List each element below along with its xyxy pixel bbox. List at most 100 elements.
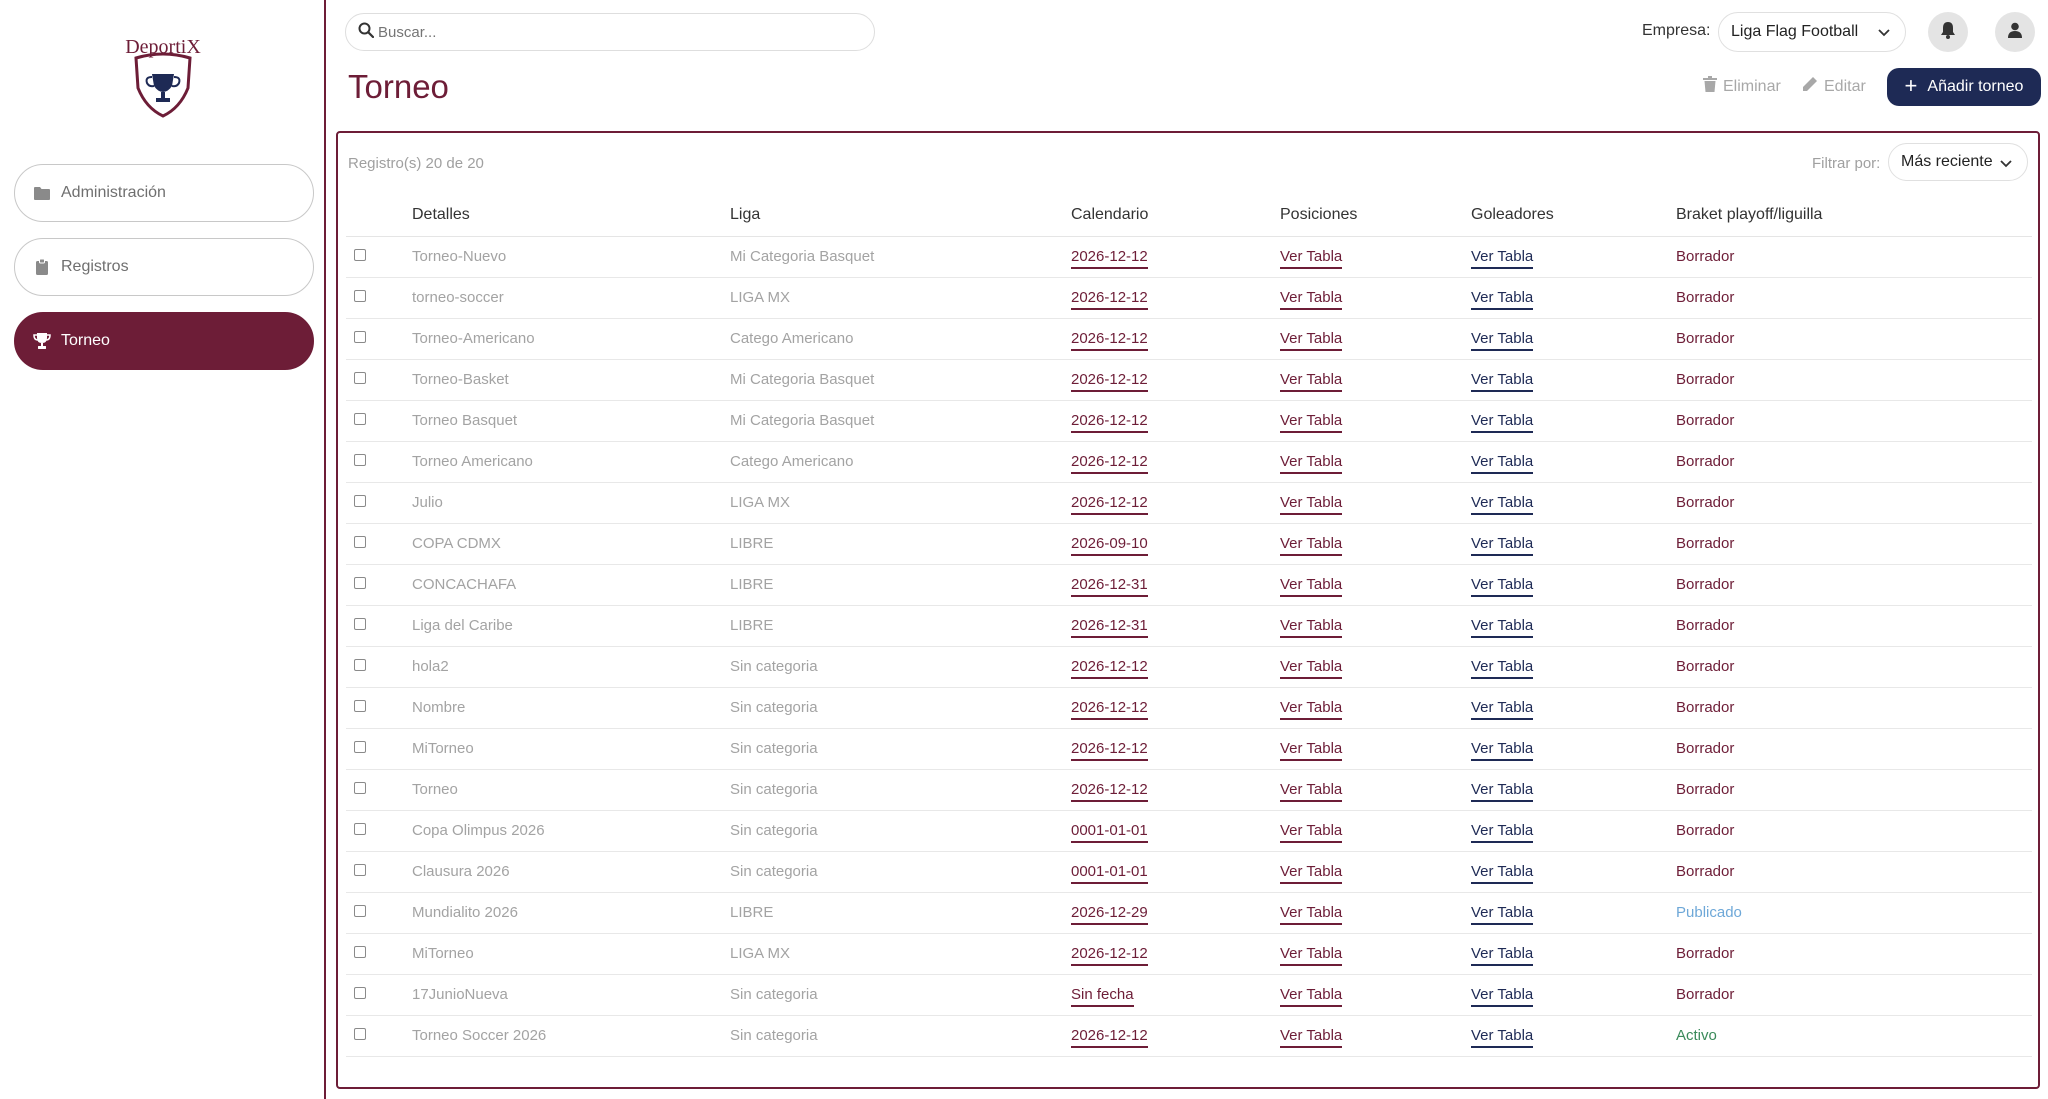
- calendario-link[interactable]: 2026-12-12: [1071, 945, 1148, 966]
- status-badge[interactable]: Borrador: [1676, 781, 1734, 798]
- header-goleadores[interactable]: Goleadores: [1471, 195, 1676, 237]
- row-checkbox[interactable]: [354, 577, 366, 589]
- table-row[interactable]: Torneo Sin categoria 2026-12-12 Ver Tabla Ve…: [346, 769, 2032, 811]
- calendario-link[interactable]: 0001-01-01: [1071, 863, 1148, 884]
- filter-select[interactable]: Más reciente: [1888, 143, 2028, 181]
- calendario-link[interactable]: Sin fecha: [1071, 986, 1134, 1007]
- status-badge[interactable]: Borrador: [1676, 248, 1734, 265]
- goleadores-link[interactable]: Ver Tabla: [1471, 289, 1534, 310]
- sidebar-item-registros[interactable]: Registros: [14, 238, 314, 296]
- calendario-link[interactable]: 0001-01-01: [1071, 822, 1148, 843]
- table-row[interactable]: Torneo Basquet Mi Categoria Basquet 2026-1…: [346, 400, 2032, 442]
- status-badge[interactable]: Publicado: [1676, 904, 1742, 921]
- status-badge[interactable]: Borrador: [1676, 986, 1734, 1003]
- status-badge[interactable]: Borrador: [1676, 576, 1734, 593]
- search-input[interactable]: [378, 23, 858, 41]
- calendario-link[interactable]: 2026-12-12: [1071, 699, 1148, 720]
- sidebar-item-administracion[interactable]: Administración: [14, 164, 314, 222]
- calendario-link[interactable]: 2026-12-12: [1071, 371, 1148, 392]
- goleadores-link[interactable]: Ver Tabla: [1471, 453, 1534, 474]
- calendario-link[interactable]: 2026-12-31: [1071, 576, 1148, 597]
- posiciones-link[interactable]: Ver Tabla: [1280, 617, 1343, 638]
- table-row[interactable]: Clausura 2026 Sin categoria 0001-01-01 Ver …: [346, 851, 2032, 893]
- status-badge[interactable]: Borrador: [1676, 494, 1734, 511]
- status-badge[interactable]: Borrador: [1676, 863, 1734, 880]
- table-row[interactable]: Torneo-Nuevo Mi Categoria Basquet 2026-12-…: [346, 236, 2032, 278]
- table-row[interactable]: MiTorneo LIGA MX 2026-12-12 Ver Tabla Ver Ta…: [346, 933, 2032, 975]
- calendario-link[interactable]: 2026-12-29: [1071, 904, 1148, 925]
- table-row[interactable]: torneo-soccer LIGA MX 2026-12-12 Ver Tabla V…: [346, 277, 2032, 319]
- user-menu-button[interactable]: [1995, 12, 2035, 52]
- row-checkbox[interactable]: [354, 249, 366, 261]
- goleadores-link[interactable]: Ver Tabla: [1471, 658, 1534, 679]
- posiciones-link[interactable]: Ver Tabla: [1280, 863, 1343, 884]
- row-checkbox[interactable]: [354, 659, 366, 671]
- status-badge[interactable]: Borrador: [1676, 617, 1734, 634]
- row-checkbox[interactable]: [354, 372, 366, 384]
- status-badge[interactable]: Borrador: [1676, 371, 1734, 388]
- goleadores-link[interactable]: Ver Tabla: [1471, 535, 1534, 556]
- posiciones-link[interactable]: Ver Tabla: [1280, 453, 1343, 474]
- table-row[interactable]: Torneo Americano Catego Americano 2026-12-…: [346, 441, 2032, 483]
- table-row[interactable]: Copa Olimpus 2026 Sin categoria 0001-01-01…: [346, 810, 2032, 852]
- posiciones-link[interactable]: Ver Tabla: [1280, 1027, 1343, 1048]
- calendario-link[interactable]: 2026-12-12: [1071, 289, 1148, 310]
- calendario-link[interactable]: 2026-12-12: [1071, 494, 1148, 515]
- posiciones-link[interactable]: Ver Tabla: [1280, 330, 1343, 351]
- row-checkbox[interactable]: [354, 823, 366, 835]
- posiciones-link[interactable]: Ver Tabla: [1280, 248, 1343, 269]
- goleadores-link[interactable]: Ver Tabla: [1471, 494, 1534, 515]
- goleadores-link[interactable]: Ver Tabla: [1471, 576, 1534, 597]
- calendario-link[interactable]: 2026-12-12: [1071, 781, 1148, 802]
- row-checkbox[interactable]: [354, 741, 366, 753]
- posiciones-link[interactable]: Ver Tabla: [1280, 904, 1343, 925]
- goleadores-link[interactable]: Ver Tabla: [1471, 904, 1534, 925]
- add-tournament-button[interactable]: + Añadir torneo: [1887, 68, 2041, 106]
- row-checkbox[interactable]: [354, 413, 366, 425]
- table-row[interactable]: hola2 Sin categoria 2026-12-12 Ver Tabla Ver…: [346, 646, 2032, 688]
- status-badge[interactable]: Borrador: [1676, 535, 1734, 552]
- calendario-link[interactable]: 2026-12-12: [1071, 740, 1148, 761]
- header-posiciones[interactable]: Posiciones: [1280, 195, 1471, 237]
- goleadores-link[interactable]: Ver Tabla: [1471, 371, 1534, 392]
- calendario-link[interactable]: 2026-12-31: [1071, 617, 1148, 638]
- status-badge[interactable]: Borrador: [1676, 822, 1734, 839]
- calendario-link[interactable]: 2026-12-12: [1071, 453, 1148, 474]
- header-liga[interactable]: Liga: [730, 195, 1071, 237]
- posiciones-link[interactable]: Ver Tabla: [1280, 945, 1343, 966]
- goleadores-link[interactable]: Ver Tabla: [1471, 248, 1534, 269]
- posiciones-link[interactable]: Ver Tabla: [1280, 699, 1343, 720]
- goleadores-link[interactable]: Ver Tabla: [1471, 1027, 1534, 1048]
- header-calendario[interactable]: Calendario: [1071, 195, 1280, 237]
- header-detalles[interactable]: Detalles: [412, 195, 730, 237]
- goleadores-link[interactable]: Ver Tabla: [1471, 330, 1534, 351]
- row-checkbox[interactable]: [354, 454, 366, 466]
- goleadores-link[interactable]: Ver Tabla: [1471, 781, 1534, 802]
- row-checkbox[interactable]: [354, 1028, 366, 1040]
- posiciones-link[interactable]: Ver Tabla: [1280, 535, 1343, 556]
- table-row[interactable]: Torneo-Basket Mi Categoria Basquet 2026-12…: [346, 359, 2032, 401]
- posiciones-link[interactable]: Ver Tabla: [1280, 658, 1343, 679]
- goleadores-link[interactable]: Ver Tabla: [1471, 945, 1534, 966]
- calendario-link[interactable]: 2026-12-12: [1071, 412, 1148, 433]
- table-row[interactable]: Torneo Soccer 2026 Sin categoria 2026-12-1…: [346, 1015, 2032, 1057]
- row-checkbox[interactable]: [354, 946, 366, 958]
- empresa-select[interactable]: Liga Flag Football: [1718, 12, 1906, 52]
- status-badge[interactable]: Borrador: [1676, 453, 1734, 470]
- delete-button[interactable]: Eliminar: [1703, 76, 1781, 97]
- status-badge[interactable]: Borrador: [1676, 945, 1734, 962]
- status-badge[interactable]: Borrador: [1676, 289, 1734, 306]
- search-box[interactable]: [345, 13, 875, 51]
- table-row[interactable]: CONCACHAFA LIBRE 2026-12-31 Ver Tabla Ver Ta…: [346, 564, 2032, 606]
- posiciones-link[interactable]: Ver Tabla: [1280, 371, 1343, 392]
- goleadores-link[interactable]: Ver Tabla: [1471, 986, 1534, 1007]
- goleadores-link[interactable]: Ver Tabla: [1471, 412, 1534, 433]
- status-badge[interactable]: Activo: [1676, 1027, 1717, 1044]
- table-row[interactable]: 17JunioNueva Sin categoria Sin fecha Ver Ta…: [346, 974, 2032, 1016]
- row-checkbox[interactable]: [354, 290, 366, 302]
- notifications-button[interactable]: [1928, 12, 1968, 52]
- row-checkbox[interactable]: [354, 987, 366, 999]
- sidebar-item-torneo[interactable]: Torneo: [14, 312, 314, 370]
- calendario-link[interactable]: 2026-12-12: [1071, 1027, 1148, 1048]
- posiciones-link[interactable]: Ver Tabla: [1280, 822, 1343, 843]
